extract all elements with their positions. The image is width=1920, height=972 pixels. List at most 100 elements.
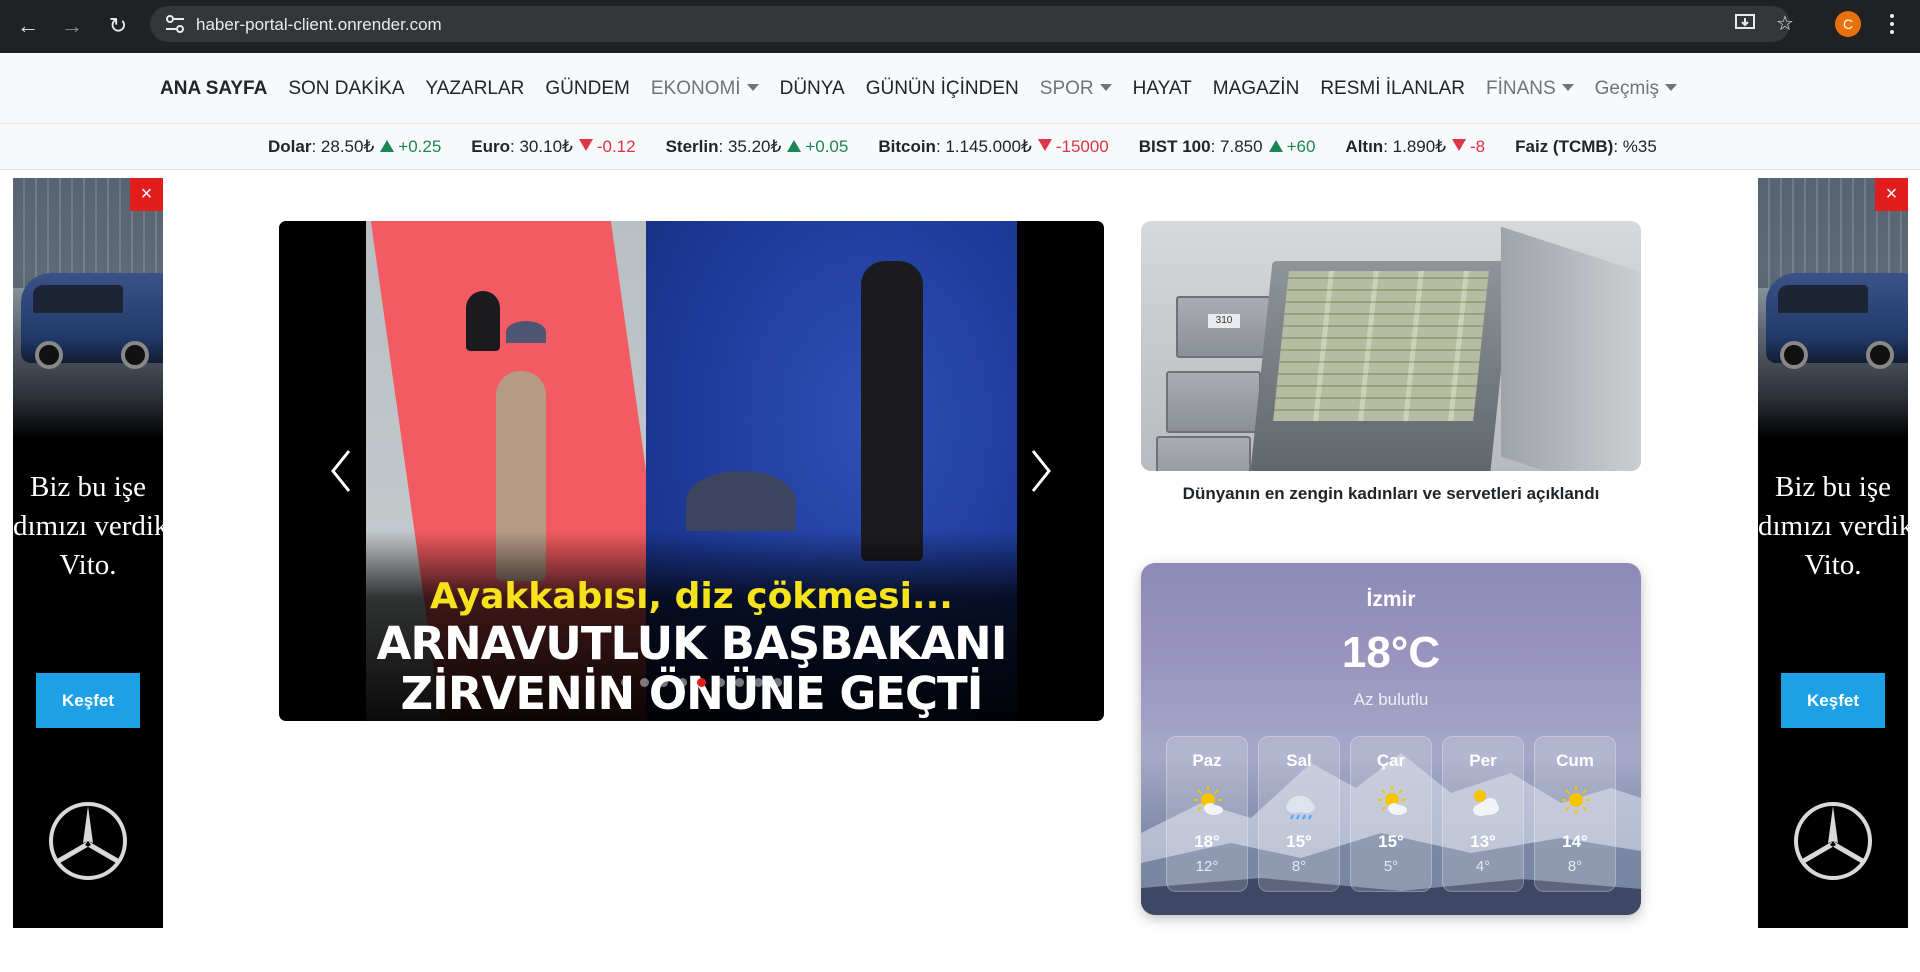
nav-item-ana-sayfa[interactable]: ANA SAYFA [160,78,267,100]
carousel-next-icon[interactable] [1021,441,1061,501]
ad-slogan-line: dımızı verdik [1758,510,1908,542]
news-card-title[interactable]: Dünyanın en zengin kadınları ve servetle… [1141,484,1641,504]
carousel-indicator-dot[interactable] [696,678,706,687]
chevron-down-icon [746,83,759,91]
nav-item-son-dakika[interactable]: SON DAKİKA [288,78,404,100]
site-settings-icon[interactable] [164,14,186,34]
arrow-up-icon [1268,140,1283,152]
bookmark-star-icon[interactable]: ☆ [1772,11,1798,37]
van-wheel [35,341,63,369]
nav-item-magazin[interactable]: MAGAZİN [1213,78,1300,100]
van-image [1766,273,1908,369]
forecast-day-name: Sal [1286,751,1312,770]
forecast-low: 8° [1567,858,1583,875]
ticker-change: -8 [1470,137,1486,156]
carousel-indicator-dot[interactable] [658,678,668,687]
nav-item-ekonomi[interactable]: EKONOMİ [651,78,759,100]
deposit-box [1156,436,1251,471]
nav-item-gundem[interactable]: GÜNDEM [545,78,629,100]
carousel-indicator-dot[interactable] [677,678,687,687]
ad-photo [1758,178,1908,438]
carousel-indicator-dot[interactable] [601,678,611,687]
ad-slogan-line: Biz bu işe [30,471,146,503]
nav-item-spor[interactable]: SPOR [1040,78,1112,100]
mercedes-logo [49,802,127,880]
carousel-slide-image[interactable]: Ayakkabısı, diz çökmesi... ARNAVUTLUK BA… [366,221,1017,721]
ad-close-button[interactable]: × [1875,178,1908,211]
ticker-value: : %35 [1613,137,1657,156]
van-window [33,285,123,313]
van-wheel [1780,341,1808,369]
money-stack [1273,271,1489,421]
person-figure [861,261,923,561]
news-card-image[interactable]: 310 209 [1141,221,1641,471]
ad-cta-button[interactable]: Keşfet [36,673,140,728]
forecast-low: 4° [1475,858,1491,875]
forecast-day-name: Per [1469,751,1497,770]
forecast-high: 14° [1562,832,1588,851]
forecast-low: 5° [1383,858,1399,875]
kebab-menu-icon[interactable] [1884,10,1900,38]
nav-item-gunun-icinden[interactable]: GÜNÜN İÇİNDEN [866,78,1019,100]
right-ad-banner[interactable]: × Biz bu işe dımızı verdik Vito. Keşfet [1758,178,1908,928]
ticker-value: : 1.890₺ [1383,137,1447,156]
ticker-value: : 30.10₺ [510,137,573,156]
nav-item-dunya[interactable]: DÜNYA [780,78,845,100]
arrow-down-icon [578,139,593,151]
carousel-indicator-dot[interactable] [620,678,630,687]
forecast-high: 15° [1286,832,1312,851]
carousel-prev-icon[interactable] [321,441,361,501]
rain-cloud-icon [1286,796,1315,820]
nav-item-resmi-ilanlar[interactable]: RESMİ İLANLAR [1320,78,1465,100]
weather-widget: İzmir 18°C Az bulutlu Paz 18° 12° Sal 15° 8° Ç… [1141,563,1641,915]
profile-avatar[interactable]: C [1835,11,1861,37]
arrow-down-icon [1452,139,1467,151]
carousel-indicator-dot[interactable] [753,678,763,687]
url-text[interactable]: haber-portal-client.onrender.com [196,15,442,35]
weather-temperature: 18°C [1341,628,1441,677]
carousel-indicator-dot[interactable] [715,678,725,687]
ticker-item: Altın: 1.890₺ -8 [1345,137,1485,157]
install-app-icon[interactable] [1732,11,1758,37]
forecast-list: Paz 18° 12° Sal 15° 8° Çar 15° 5° Per 13° 4° Cum 14° 8… [1166,736,1641,892]
slide-caption-main: ARNAVUTLUK BAŞBAKANI ZİRVENİN ÖNÜNE GEÇT… [366,619,1017,719]
box-label: 310 [1208,314,1240,328]
arrow-up-icon [380,140,395,152]
ad-slogan: Biz bu işe dımızı verdik Vito. [1758,468,1908,585]
reload-icon[interactable]: ↻ [102,10,134,42]
ticker-name: Altın [1345,137,1384,156]
ad-slogan-line: Vito. [59,549,117,581]
forward-arrow-icon[interactable]: → [56,10,88,42]
mercedes-logo [1794,802,1872,880]
ticker-row: Dolar: 28.50₺ +0.25 Euro: 30.10₺ -0.12 Sterl… [268,137,1687,157]
nav-item-finans[interactable]: FİNANS [1486,78,1574,100]
address-bar[interactable]: haber-portal-client.onrender.com [150,6,1790,42]
ticker-name: Bitcoin [878,137,936,156]
forecast-low: 12° [1195,858,1219,875]
deposit-box [1166,371,1261,433]
ticker-value: : 28.50₺ [311,137,375,156]
carousel-indicator-dot[interactable] [734,678,744,687]
ad-close-button[interactable]: × [130,178,163,211]
carousel-indicator-dot[interactable] [639,678,649,687]
forecast-high: 15° [1378,832,1404,851]
back-arrow-icon[interactable]: ← [12,10,44,42]
nav-item-spor-label: SPOR [1039,77,1094,99]
ticker-value: : 1.145.000₺ [935,137,1032,156]
nav-item-gecmis[interactable]: Geçmiş [1594,77,1678,100]
vault-door [1501,226,1641,471]
headline-carousel[interactable]: Ayakkabısı, diz çökmesi... ARNAVUTLUK BA… [279,221,1104,721]
carousel-indicator-dot[interactable] [772,678,782,687]
ad-cta-button[interactable]: Keşfet [1781,673,1885,728]
forecast-high: 18° [1194,832,1220,851]
forecast-day-name: Cum [1556,751,1594,770]
chevron-down-icon [1561,83,1574,91]
cloud-sun-icon [1473,790,1499,816]
nav-item-gecmis-label: Geçmiş [1594,77,1660,99]
sun-cloud-icon [1378,786,1407,815]
nav-item-hayat[interactable]: HAYAT [1133,78,1192,100]
ad-slogan-line: Vito. [1804,549,1862,581]
left-ad-banner[interactable]: × Biz bu işe dımızı verdik Vito. Keşfet [13,178,163,928]
ticker-item: Faiz (TCMB): %35 [1515,137,1657,157]
nav-item-yazarlar[interactable]: YAZARLAR [426,78,525,100]
